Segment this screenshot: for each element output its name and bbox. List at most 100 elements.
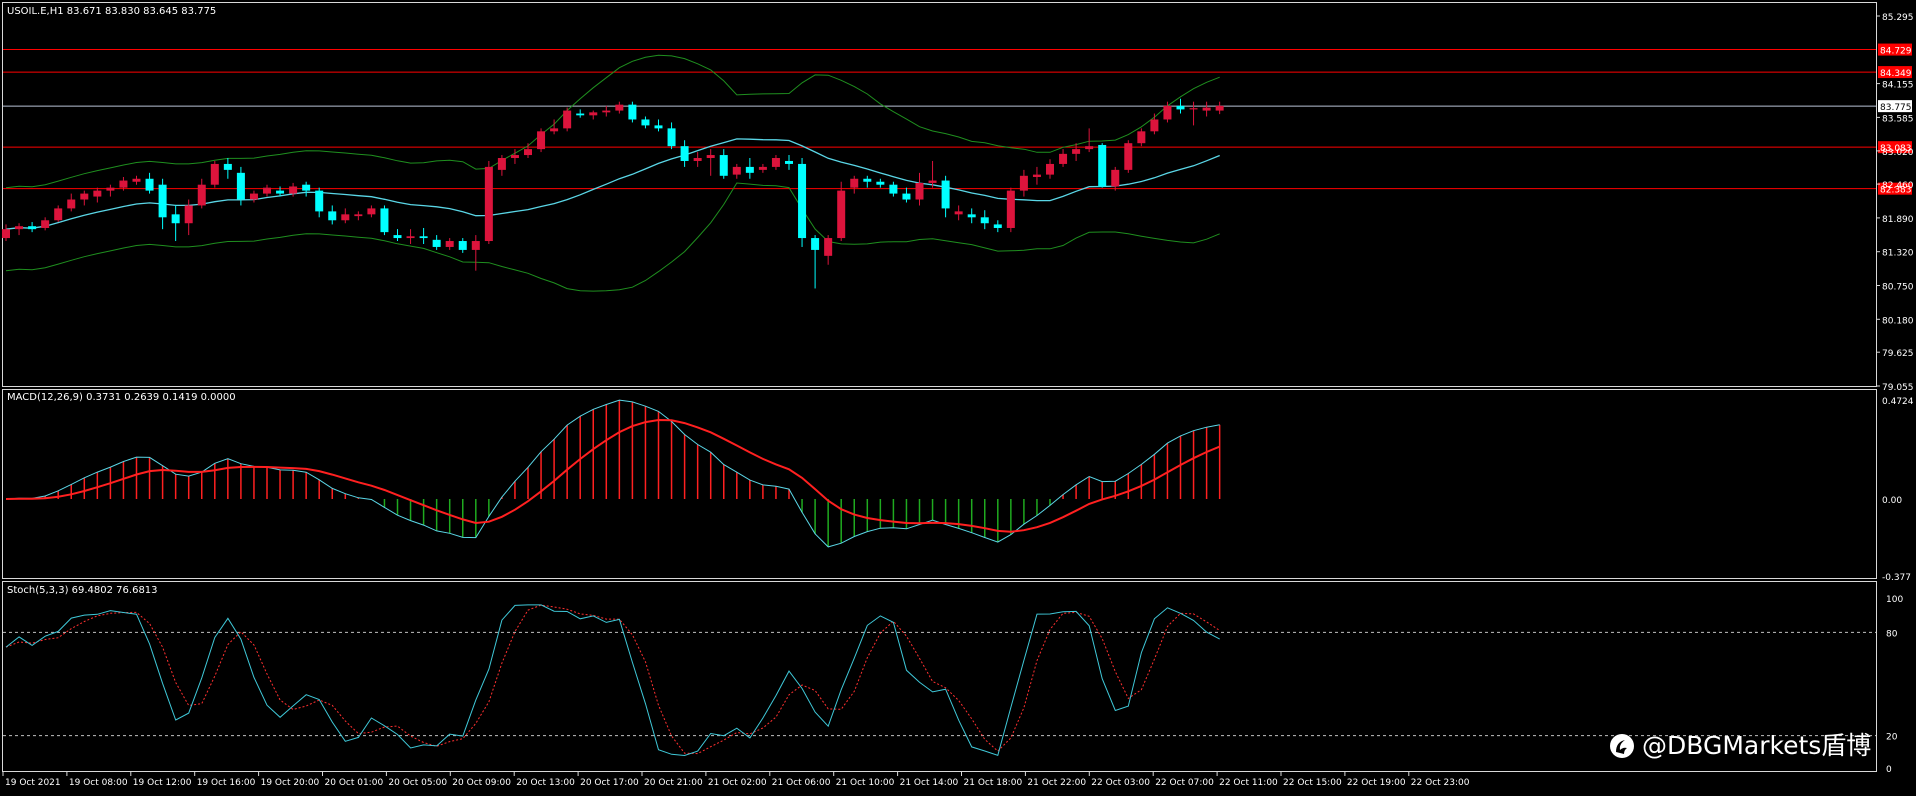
time-tick-label: 19 Oct 20:00 <box>261 778 320 788</box>
price-tick-label: 80.180 <box>1882 316 1914 326</box>
time-tick-label: 22 Oct 03:00 <box>1091 778 1150 788</box>
macd-tick-label: 0.00 <box>1882 496 1902 506</box>
candle-body <box>393 235 402 239</box>
stoch-tick-label: 0 <box>1886 765 1892 775</box>
price-tick-label: 82.460 <box>1882 181 1914 191</box>
time-tick-label: 22 Oct 19:00 <box>1347 778 1406 788</box>
price-tick-label: 81.320 <box>1882 249 1914 259</box>
candle-body <box>628 104 637 120</box>
candle-body <box>1085 146 1094 150</box>
candle-body <box>1137 131 1146 144</box>
time-tick-label: 22 Oct 11:00 <box>1219 778 1278 788</box>
price-tick-label: 79.055 <box>1882 383 1914 393</box>
bollinger-bands <box>5 54 1220 292</box>
time-tick-label: 21 Oct 22:00 <box>1027 778 1086 788</box>
candle-body <box>197 184 206 206</box>
candle-body <box>941 180 950 209</box>
price-axes: 85.295 84.155 83.585 83.020 82.460 81.890 81.3… <box>1876 13 1914 775</box>
candle-body <box>967 214 976 218</box>
time-tick-label: 20 Oct 01:00 <box>325 778 384 788</box>
price-tick-label: 80.750 <box>1882 282 1914 292</box>
candle-body <box>993 224 1002 228</box>
candle-body <box>1124 143 1133 170</box>
candle-body <box>1163 105 1172 120</box>
stoch-signal-line <box>5 604 1220 755</box>
candle-body <box>771 158 780 167</box>
candle-body <box>458 241 467 250</box>
time-tick-label: 22 Oct 23:00 <box>1411 778 1470 788</box>
candle-body <box>223 163 232 170</box>
macd-tick-label: 0.4724 <box>1882 397 1914 407</box>
level-label: 84.349 <box>1880 69 1912 79</box>
candle-body <box>263 187 271 194</box>
candle-body <box>1072 149 1081 154</box>
candle-body <box>432 239 441 247</box>
candle-body <box>145 178 154 191</box>
candle-body <box>54 208 63 221</box>
candle-body <box>28 226 37 230</box>
price-tick-label: 84.155 <box>1882 81 1914 91</box>
candle-body <box>471 241 480 250</box>
candle-body <box>602 110 611 113</box>
candle-body <box>484 166 493 242</box>
candlesticks <box>2 98 1224 289</box>
candle-body <box>863 178 872 182</box>
time-tick-label: 20 Oct 05:00 <box>388 778 447 788</box>
stoch-panel-header: Stoch(5,3,3) 69.4802 76.6813 <box>7 585 158 596</box>
candle-body <box>811 238 820 250</box>
candle-body <box>928 180 937 183</box>
candle-body <box>1059 153 1068 164</box>
main-panel-frame <box>2 2 1877 387</box>
macd-line <box>5 399 1220 548</box>
stoch-tick-label: 100 <box>1886 595 1903 605</box>
candle-body <box>745 166 754 173</box>
candle-body <box>106 187 115 191</box>
horizontal-levels: 84.72984.34983.08382.38383.775 <box>3 43 1912 196</box>
candle-body <box>380 208 389 233</box>
candle-body <box>406 236 415 239</box>
candle-body <box>615 104 624 111</box>
candle-body <box>184 205 193 224</box>
time-tick-label: 20 Oct 21:00 <box>644 778 703 788</box>
macd-tick-label: -0.377 <box>1882 573 1911 583</box>
main-panel-header: USOIL.E,H1 83.671 83.830 83.645 83.775 <box>7 6 216 17</box>
candle-body <box>276 190 285 194</box>
candle-body <box>1098 144 1107 187</box>
time-tick-label: 20 Oct 17:00 <box>580 778 639 788</box>
chart-canvas[interactable]: 84.72984.34983.08382.38383.775 85.29584.… <box>0 0 1916 792</box>
current-price-label: 83.775 <box>1880 103 1912 113</box>
watermark-text: @DBGMarkets盾博 <box>1642 731 1871 760</box>
candle-body <box>2 229 10 239</box>
candle-body <box>1019 175 1028 191</box>
candle-body <box>1176 105 1185 110</box>
candle-body <box>915 182 924 200</box>
time-tick-label: 19 Oct 12:00 <box>133 778 192 788</box>
candle-body <box>902 193 911 200</box>
candle-body <box>654 125 663 129</box>
candle-body <box>354 214 363 217</box>
time-axis: 19 Oct 2021 19 Oct 08:00 19 Oct 12:00 19 Oc… <box>2 772 1470 788</box>
time-tick-label: 19 Oct 2021 <box>5 778 61 788</box>
candle-body <box>1215 105 1224 111</box>
time-tick-label: 21 Oct 06:00 <box>772 778 831 788</box>
time-tick-label: 21 Oct 10:00 <box>836 778 895 788</box>
level-label: 84.729 <box>1880 47 1912 57</box>
stoch-main-line <box>5 604 1220 757</box>
candle-body <box>732 166 741 175</box>
candle-body <box>576 113 585 116</box>
stochastic-indicator <box>3 604 1876 757</box>
time-tick-label: 20 Oct 09:00 <box>452 778 511 788</box>
macd-indicator <box>5 399 1221 548</box>
candle-body <box>706 155 715 159</box>
price-tick-label: 83.020 <box>1882 148 1914 158</box>
candle-body <box>497 158 506 170</box>
macd-panel-header: MACD(12,26,9) 0.3731 0.2639 0.1419 0.000… <box>7 392 236 403</box>
weibo-logo-icon <box>1610 734 1634 758</box>
candle-body <box>589 112 598 116</box>
candle-body <box>328 211 337 221</box>
time-tick-label: 21 Oct 18:00 <box>964 778 1023 788</box>
candle-body <box>93 190 102 197</box>
time-tick-label: 19 Oct 16:00 <box>197 778 256 788</box>
candle-body <box>1189 108 1198 110</box>
candle-body <box>302 184 311 191</box>
